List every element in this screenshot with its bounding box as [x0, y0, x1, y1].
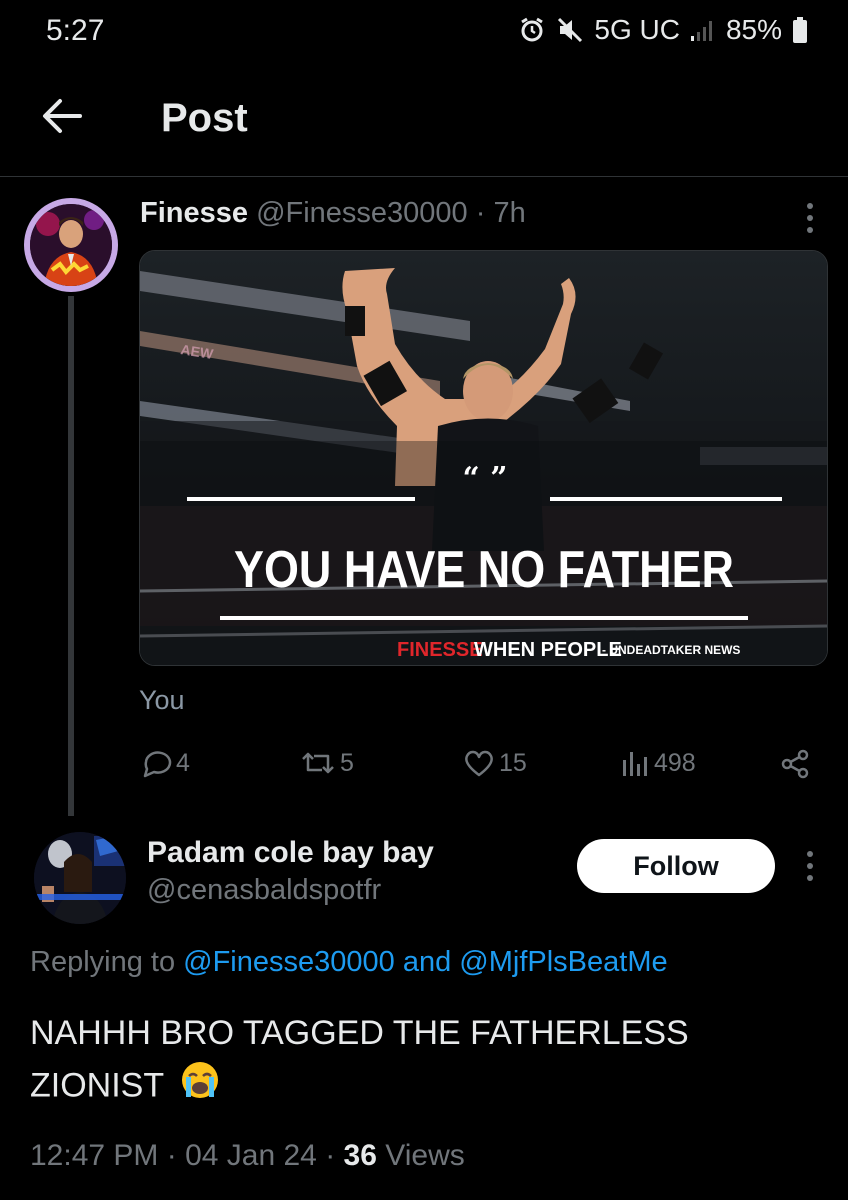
network-label: 5G UC: [594, 14, 680, 45]
mention-finesse[interactable]: @Finesse30000: [183, 946, 395, 978]
reply-button[interactable]: 4: [140, 748, 190, 778]
post-text: You: [139, 685, 185, 715]
post-age: 7h: [493, 197, 526, 229]
signal-icon: [690, 21, 712, 41]
repost-button[interactable]: 5: [300, 748, 354, 778]
mention-and: and: [402, 946, 452, 978]
battery-icon: [793, 17, 807, 43]
post-time: 12:47 PM: [30, 1139, 159, 1172]
share-icon: [781, 749, 809, 779]
views-button[interactable]: 498: [620, 748, 696, 778]
like-count: 15: [499, 748, 527, 777]
reply-author-name[interactable]: Padam cole bay bay: [147, 836, 434, 870]
reply-icon: [143, 751, 172, 778]
views-number: 36: [343, 1139, 377, 1172]
post-author-row: Finesse @Finesse30000 · 7h: [140, 197, 526, 230]
reply-author-handle[interactable]: @cenasbaldspotfr: [147, 874, 381, 907]
status-time: 5:27: [46, 14, 105, 47]
author-name[interactable]: Finesse: [140, 197, 248, 229]
views-icon: [623, 752, 647, 776]
back-arrow-icon[interactable]: [40, 96, 84, 136]
views-label[interactable]: Views: [385, 1139, 464, 1172]
thread-line: [68, 296, 74, 816]
image-caption-red: FINESSE: [397, 639, 483, 661]
image-caption-credit: - UNDEADTAKER NEWS: [602, 643, 740, 657]
separator-dot: ·: [475, 197, 486, 229]
views-count: 498: [654, 748, 696, 777]
image-headline: YOU HAVE NO FATHER: [234, 541, 734, 599]
alarm-icon: [521, 17, 544, 42]
more-icon[interactable]: [802, 201, 818, 235]
image-quote-marks: “ ”: [463, 461, 508, 496]
reply-count: 4: [176, 748, 190, 777]
replying-to: Replying to @Finesse30000 and @MjfPlsBea…: [30, 946, 668, 979]
replying-prefix: Replying to: [30, 946, 176, 978]
like-button[interactable]: 15: [463, 748, 527, 778]
post-meta: 12:47 PM · 04 Jan 24 · 36 Views: [30, 1139, 465, 1172]
reply-text-body: NAHHH BRO TAGGED THE FATHERLESS ZIONIST: [30, 1014, 689, 1105]
reply-more-icon[interactable]: [802, 849, 818, 883]
repost-count: 5: [340, 748, 354, 777]
share-button[interactable]: [779, 748, 811, 780]
reply-text: NAHHH BRO TAGGED THE FATHERLESS ZIONIST: [30, 1007, 820, 1116]
avatar[interactable]: [24, 198, 118, 292]
post-image[interactable]: “ ” YOU HAVE NO FATHER FINESSE WHEN PEOP…: [139, 250, 828, 666]
author-handle[interactable]: @Finesse30000: [256, 197, 468, 229]
battery-percent: 85%: [725, 14, 782, 45]
mention-mjf[interactable]: @MjfPlsBeatMe: [459, 946, 667, 978]
image-caption-white: WHEN PEOPLE: [474, 639, 622, 661]
header-divider: [0, 176, 848, 177]
like-icon: [465, 750, 493, 777]
reply-avatar[interactable]: [34, 832, 126, 924]
mute-icon: [558, 17, 583, 43]
repost-icon: [302, 752, 334, 774]
page-title: Post: [161, 96, 248, 140]
status-icons: 5G UC 85%: [518, 14, 808, 46]
follow-button[interactable]: Follow: [577, 839, 775, 893]
post-date: 04 Jan 24: [185, 1139, 317, 1172]
emoji-crying-icon: [179, 1059, 221, 1116]
